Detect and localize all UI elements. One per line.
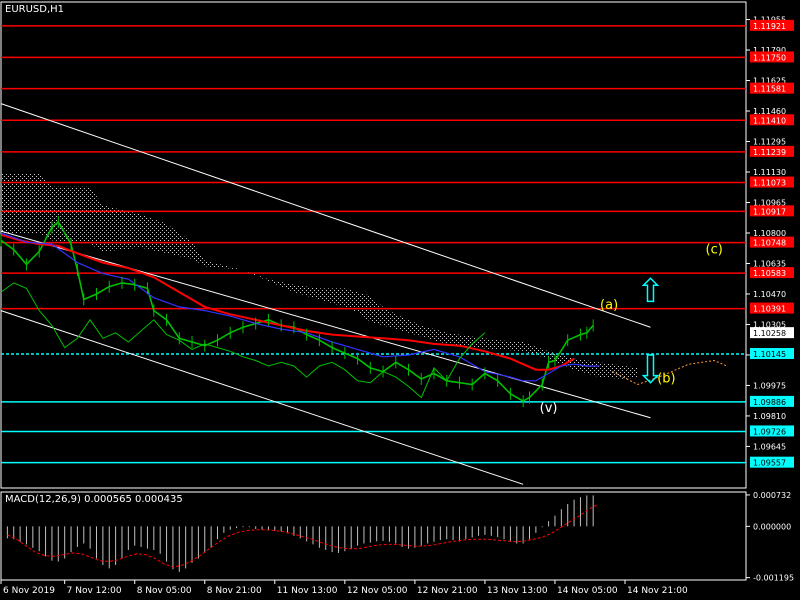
current-price-label: 1.10258 [753, 329, 786, 338]
time-tick-label: 8 Nov 05:00 [137, 586, 192, 596]
time-tick-label: 12 Nov 21:00 [417, 586, 478, 596]
price-tick-label: 1.11130 [753, 168, 786, 177]
resistance-level-label: 1.11239 [753, 148, 786, 157]
wave-label: (b) [657, 372, 675, 387]
time-tick-label: 6 Nov 2019 [3, 586, 55, 596]
resistance-level-label: 1.11921 [753, 22, 786, 31]
wave-label: (a) [600, 298, 618, 313]
eurusd-chart[interactable]: 1.119551.117901.116251.114601.112951.111… [0, 0, 800, 600]
macd-tick-label: -0.001195 [753, 574, 794, 583]
resistance-level-label: 1.10391 [753, 305, 786, 314]
macd-indicator-label: MACD(12,26,9) 0.000565 0.000435 [5, 494, 183, 505]
time-tick-label: 14 Nov 21:00 [627, 586, 688, 596]
time-tick-label: 7 Nov 12:00 [67, 586, 122, 596]
time-tick-label: 11 Nov 13:00 [277, 586, 338, 596]
wave-label: (c) [706, 242, 723, 257]
resistance-level-label: 1.11581 [753, 85, 786, 94]
symbol-label: EURUSD,H1 [5, 4, 64, 15]
price-tick-label: 1.10470 [753, 290, 786, 299]
resistance-level-label: 1.11073 [753, 179, 786, 188]
support-level-label: 1.09726 [753, 427, 786, 436]
macd-tick-label: 0.000000 [753, 522, 791, 531]
resistance-level-label: 1.10748 [753, 239, 786, 248]
price-tick-label: 1.09975 [753, 381, 786, 390]
time-tick-label: 14 Nov 05:00 [557, 586, 618, 596]
resistance-level-label: 1.10917 [753, 207, 786, 216]
chart-background [0, 0, 800, 600]
support-level-label: 1.10145 [753, 350, 786, 359]
time-tick-label: 8 Nov 21:00 [207, 586, 262, 596]
macd-tick-label: 0.000732 [753, 491, 791, 500]
time-tick-label: 12 Nov 05:00 [347, 586, 408, 596]
resistance-level-label: 1.11750 [753, 53, 786, 62]
time-tick-label: 13 Nov 13:00 [487, 586, 548, 596]
resistance-level-label: 1.10583 [753, 269, 786, 278]
price-tick-label: 1.11295 [753, 138, 786, 147]
wave-label: (v) [540, 401, 558, 416]
price-tick-label: 1.09645 [753, 442, 786, 451]
resistance-level-label: 1.11410 [753, 116, 786, 125]
price-tick-label: 1.09810 [753, 412, 786, 421]
support-level-label: 1.09557 [753, 459, 786, 468]
support-level-label: 1.09886 [753, 398, 786, 407]
